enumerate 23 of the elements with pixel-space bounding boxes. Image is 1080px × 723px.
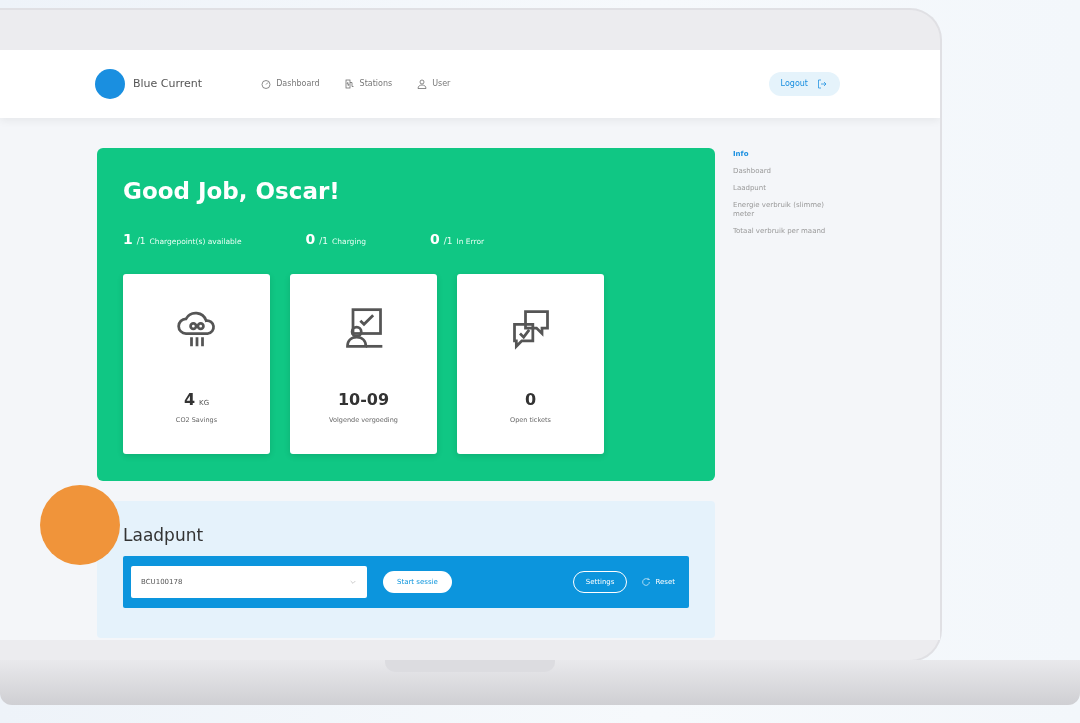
charging-station-icon — [343, 78, 356, 90]
refresh-icon — [641, 577, 652, 587]
stat-value: 1 — [123, 229, 133, 249]
brand-name: Blue Current — [133, 75, 203, 92]
stat-value: 0 — [305, 229, 316, 249]
user-icon — [416, 78, 429, 90]
nav-link[interactable]: User — [416, 78, 451, 90]
logout-icon — [816, 78, 828, 90]
nav-link[interactable]: Dashboard — [260, 78, 320, 90]
panel-title: Laadpunt — [123, 523, 205, 547]
logout-button[interactable]: Logout — [768, 72, 840, 96]
stat-value: 0 — [430, 229, 440, 249]
card-value: 4 — [183, 388, 196, 411]
greeting-heading: Good Job, Oscar! — [123, 177, 341, 206]
gauge-icon — [260, 78, 273, 90]
card-value: 0 — [524, 388, 537, 411]
stat-total: /1 — [443, 234, 453, 248]
chevron-down-icon — [349, 578, 357, 586]
stat-total: /1 — [136, 234, 146, 248]
card-value: 10-09 — [337, 388, 390, 411]
logo-icon — [95, 69, 125, 99]
stat-total: /1 — [319, 234, 329, 248]
nav-link[interactable]: Stations — [343, 78, 393, 90]
